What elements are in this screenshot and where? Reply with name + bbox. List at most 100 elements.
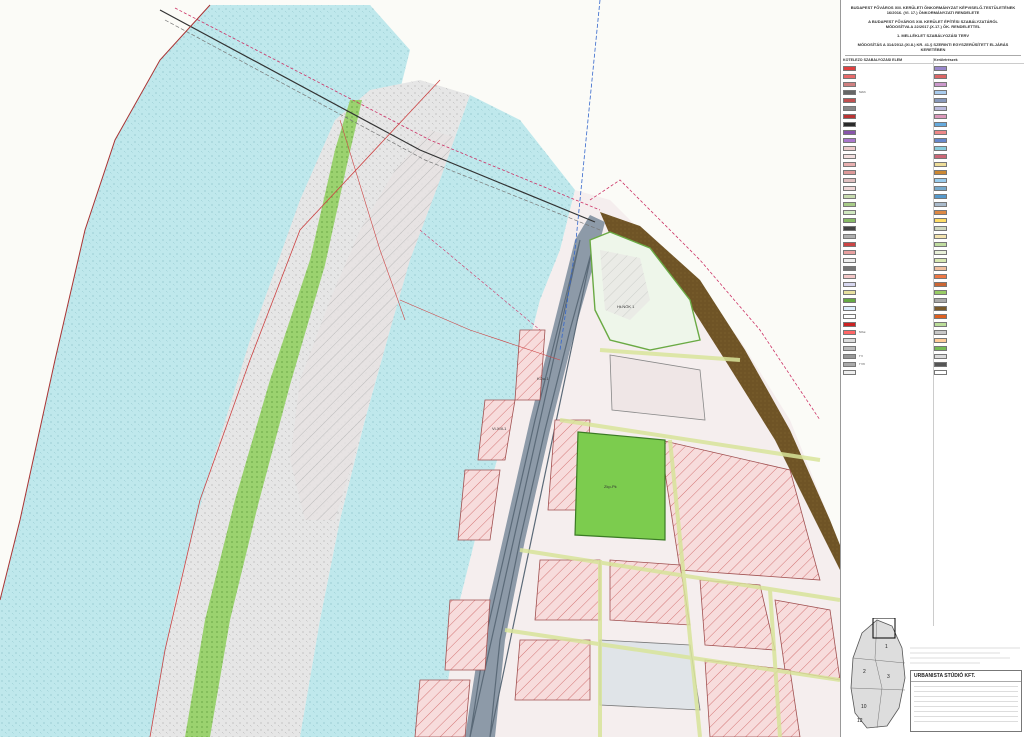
- legend-swatch: [934, 298, 947, 303]
- legend-right-column: Kerületrészek: [934, 58, 1024, 626]
- legend-item-left: [843, 265, 933, 272]
- legend-item-left: [843, 185, 933, 192]
- legend-swatch: [843, 370, 856, 375]
- legend-item-left: [843, 313, 933, 320]
- legend-left-column: KÖTELEZŐ SZABÁLYOZÁSI ELEM MAX MSZ FV FVK: [843, 58, 934, 626]
- legend-swatch: [843, 242, 856, 247]
- legend-item-left: [843, 121, 933, 128]
- legend-swatch: [934, 146, 947, 151]
- legend-item-left: [843, 209, 933, 216]
- legend-swatch: [843, 138, 856, 143]
- legend-swatch: [934, 186, 947, 191]
- key-map-number: 3: [887, 674, 890, 680]
- legend-swatch: [934, 226, 947, 231]
- legend-item-right: [934, 129, 1024, 136]
- legend-item-right: [934, 289, 1024, 296]
- legend-item-right: [934, 201, 1024, 208]
- legend-swatch: [934, 90, 947, 95]
- legend-item-right: [934, 81, 1024, 88]
- legend-swatch: [934, 202, 947, 207]
- legend-item-left: [843, 105, 933, 112]
- legend-item-left: [843, 161, 933, 168]
- legend-right-title: Kerületrészek: [934, 58, 1024, 64]
- legend-item-right: [934, 169, 1024, 176]
- legend-item-right: [934, 297, 1024, 304]
- legend-swatch: [843, 210, 856, 215]
- legend-item-right: [934, 97, 1024, 104]
- legend-label: FV: [859, 354, 864, 358]
- legend-swatch: [843, 338, 856, 343]
- legend-swatch: [843, 178, 856, 183]
- legend-item-right: [934, 345, 1024, 352]
- legend-item-right: [934, 305, 1024, 312]
- legend-swatch: [934, 66, 947, 71]
- legend-item-left: [843, 241, 933, 248]
- procedure-title: MÓDOSÍTÁS A 314/2012.(XI.8.) KR. 41.§ SZ…: [845, 38, 1021, 56]
- legend-label: FVK: [859, 362, 866, 366]
- legend-swatch: [934, 346, 947, 351]
- map-drawing: Zkp-Pk Ht-NÖK 1 KÖu-1 Vi-XIII-1: [0, 0, 840, 737]
- legend-item-right: [934, 249, 1024, 256]
- legend-swatch: [843, 74, 856, 79]
- legend-swatch: [843, 194, 856, 199]
- legend-swatch: [843, 354, 856, 359]
- legend-item-left: [843, 137, 933, 144]
- legend-swatch: [934, 218, 947, 223]
- legend-item-left: [843, 297, 933, 304]
- north-block-label: Ht-NÖK 1: [617, 304, 635, 309]
- legend-item-left: FVK: [843, 361, 933, 368]
- title-block: URBANISTA STÚDIÓ KFT.: [910, 670, 1022, 732]
- legend-swatch: [934, 130, 947, 135]
- legend-item-right: [934, 361, 1024, 368]
- legend-item-left: [843, 73, 933, 80]
- legend-item-left: MAX: [843, 89, 933, 96]
- legend-item-right: [934, 89, 1024, 96]
- legend-swatch: [843, 362, 856, 367]
- legend-item-left: [843, 65, 933, 72]
- legend-swatch: [934, 210, 947, 215]
- map-canvas[interactable]: Zkp-Pk Ht-NÖK 1 KÖu-1 Vi-XIII-1: [0, 0, 840, 737]
- legend-swatch: [843, 258, 856, 263]
- key-map-number: 2: [863, 669, 866, 675]
- legend-swatch: [843, 162, 856, 167]
- legend-item-right: [934, 337, 1024, 344]
- legend-swatch: [843, 114, 856, 119]
- legend-item-right: [934, 185, 1024, 192]
- legend-swatch: [934, 242, 947, 247]
- legend-swatch: [843, 218, 856, 223]
- legend-item-right: [934, 121, 1024, 128]
- legend-swatch: [934, 266, 947, 271]
- legend-item-left: [843, 145, 933, 152]
- legend-left-title: KÖTELEZŐ SZABÁLYOZÁSI ELEM: [843, 58, 933, 64]
- key-map-number: 12: [857, 718, 863, 724]
- legend-item-right: [934, 369, 1024, 376]
- legend-swatch: [934, 194, 947, 199]
- legend-swatch: [843, 290, 856, 295]
- legend-item-left: [843, 177, 933, 184]
- legend-swatch: [843, 266, 856, 271]
- legend-swatch: [934, 114, 947, 119]
- legend-swatch: [934, 330, 947, 335]
- legend-swatch: [934, 354, 947, 359]
- legend-swatch: [843, 106, 856, 111]
- annex-title: 1. MELLÉKLET SZABÁLYOZÁSI TERV: [896, 33, 969, 38]
- key-map-number: 10: [861, 704, 867, 710]
- legend-item-right: [934, 329, 1024, 336]
- legend-item-left: [843, 305, 933, 312]
- legend-item-left: [843, 153, 933, 160]
- legend-swatch: [843, 90, 856, 95]
- block-label: Vi-XIII-1: [492, 426, 507, 431]
- legend-item-right: [934, 353, 1024, 360]
- legend-item-left: [843, 193, 933, 200]
- legend-item-left: [843, 249, 933, 256]
- legend-item-left: [843, 225, 933, 232]
- legend-item-left: [843, 345, 933, 352]
- legend-swatch: [843, 146, 856, 151]
- legend-item-left: FV: [843, 353, 933, 360]
- legend-swatch: [934, 250, 947, 255]
- legend-item-left: [843, 97, 933, 104]
- legend-item-right: [934, 257, 1024, 264]
- legend-item-right: [934, 113, 1024, 120]
- legend-item-right: [934, 241, 1024, 248]
- legend-swatch: [843, 122, 856, 127]
